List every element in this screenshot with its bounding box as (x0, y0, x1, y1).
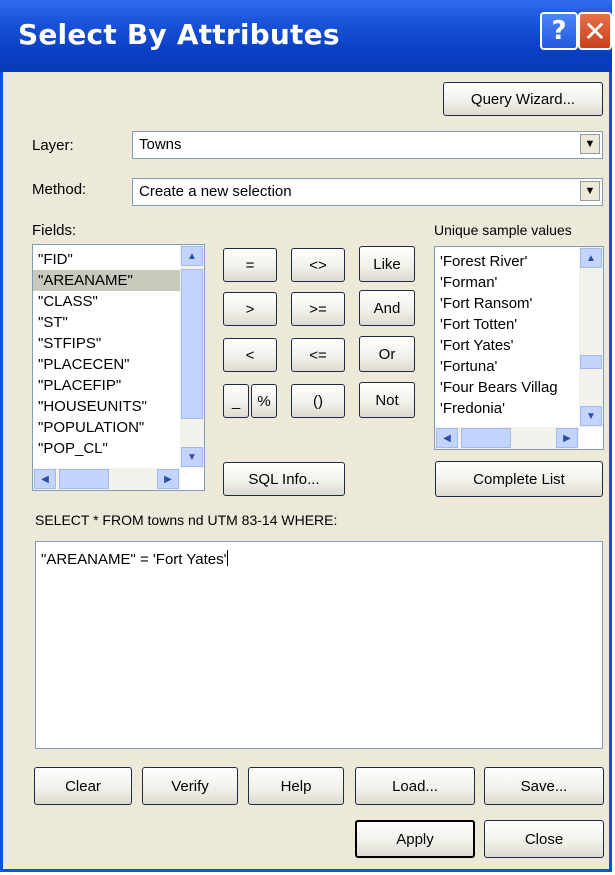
underscore-button[interactable]: _ (223, 384, 249, 418)
method-dropdown[interactable]: Create a new selection ▼ (132, 178, 603, 206)
list-item[interactable]: 'Fort Ransom' (435, 293, 603, 314)
unique-values-label: Unique sample values (434, 222, 572, 238)
list-item[interactable]: "PLACECEN" (33, 354, 204, 375)
not-button[interactable]: Not (359, 382, 415, 418)
list-item[interactable]: "STFIPS" (33, 333, 204, 354)
list-item[interactable]: "CLASS" (33, 291, 204, 312)
or-button[interactable]: Or (359, 336, 415, 372)
list-item[interactable]: "ST" (33, 312, 204, 333)
apply-button[interactable]: Apply (355, 820, 475, 858)
text-caret (227, 550, 229, 566)
complete-list-button[interactable]: Complete List (435, 461, 603, 497)
sql-info-button[interactable]: SQL Info... (223, 462, 345, 496)
less-than-button[interactable]: < (223, 338, 277, 372)
close-button[interactable]: Close (484, 820, 604, 858)
question-mark-icon: ? (551, 16, 567, 46)
fields-horizontal-scrollbar[interactable]: ◀ ▶ (33, 468, 180, 490)
clear-button[interactable]: Clear (34, 767, 132, 805)
chevron-down-icon[interactable]: ▼ (580, 181, 600, 201)
list-item[interactable]: "PLACEFIP" (33, 375, 204, 396)
dialog-title: Select By Attributes (18, 18, 340, 51)
save-button[interactable]: Save... (484, 767, 604, 805)
list-item[interactable]: 'Forest River' (435, 251, 603, 272)
scroll-right-icon[interactable]: ▶ (556, 428, 578, 448)
greater-equal-button[interactable]: >= (291, 292, 345, 326)
layer-label: Layer: (32, 137, 74, 154)
scroll-down-icon[interactable]: ▼ (580, 406, 602, 426)
fields-vertical-scrollbar[interactable]: ▲ ▼ (180, 245, 204, 468)
scroll-right-icon[interactable]: ▶ (157, 469, 179, 489)
list-item[interactable]: "POPULATION" (33, 417, 204, 438)
list-item[interactable]: 'Fort Yates' (435, 335, 603, 356)
chevron-down-icon[interactable]: ▼ (580, 134, 600, 154)
less-equal-button[interactable]: <= (291, 338, 345, 372)
query-wizard-button[interactable]: Query Wizard... (443, 82, 603, 116)
list-item[interactable]: "FID" (33, 249, 204, 270)
greater-than-button[interactable]: > (223, 292, 277, 326)
help-title-button[interactable]: ? (540, 12, 578, 50)
sql-expression-text: "AREANAME" = 'Fort Yates' (41, 551, 227, 568)
list-item[interactable]: 'Four Bears Villag (435, 377, 603, 398)
equals-button[interactable]: = (223, 248, 277, 282)
sql-expression-input[interactable]: "AREANAME" = 'Fort Yates' (35, 541, 603, 749)
and-button[interactable]: And (359, 290, 415, 326)
close-title-button[interactable]: ✕ (578, 12, 612, 50)
percent-button[interactable]: % (251, 384, 277, 418)
load-button[interactable]: Load... (355, 767, 475, 805)
scroll-left-icon[interactable]: ◀ (34, 469, 56, 489)
scroll-thumb[interactable] (580, 355, 602, 369)
list-item[interactable]: 'Forman' (435, 272, 603, 293)
scroll-up-icon[interactable]: ▲ (580, 248, 602, 268)
unique-vertical-scrollbar[interactable]: ▲ ▼ (579, 247, 603, 427)
list-item[interactable]: "HOUSEUNITS" (33, 396, 204, 417)
list-item[interactable]: 'Fort Totten' (435, 314, 603, 335)
scroll-thumb[interactable] (181, 269, 203, 419)
sql-prefix-label: SELECT * FROM towns nd UTM 83-14 WHERE: (35, 512, 338, 528)
scroll-thumb[interactable] (461, 428, 511, 448)
list-item[interactable]: "POP_CL" (33, 438, 204, 459)
select-by-attributes-dialog: Select By Attributes ? ✕ Query Wizard...… (0, 0, 612, 872)
scroll-left-icon[interactable]: ◀ (436, 428, 458, 448)
list-item[interactable]: "AREANAME" (33, 270, 204, 291)
verify-button[interactable]: Verify (142, 767, 238, 805)
list-item[interactable]: 'Fortuna' (435, 356, 603, 377)
not-equal-button[interactable]: <> (291, 248, 345, 282)
fields-list[interactable]: "FID" "AREANAME" "CLASS" "ST" "STFIPS" "… (32, 244, 205, 491)
unique-values-list[interactable]: 'Forest River' 'Forman' 'Fort Ransom' 'F… (434, 246, 604, 450)
method-value: Create a new selection (139, 183, 292, 200)
scroll-thumb[interactable] (59, 469, 109, 489)
parentheses-button[interactable]: () (291, 384, 345, 418)
list-item[interactable]: 'Fredonia' (435, 398, 603, 419)
like-button[interactable]: Like (359, 246, 415, 282)
fields-label: Fields: (32, 222, 77, 239)
method-label: Method: (32, 181, 87, 198)
close-icon: ✕ (583, 14, 607, 48)
layer-dropdown[interactable]: Towns ▼ (132, 131, 603, 159)
layer-value: Towns (139, 136, 182, 153)
title-bar[interactable]: Select By Attributes ? ✕ (0, 0, 612, 72)
scroll-up-icon[interactable]: ▲ (181, 246, 203, 266)
unique-horizontal-scrollbar[interactable]: ◀ ▶ (435, 427, 579, 449)
scroll-down-icon[interactable]: ▼ (181, 447, 203, 467)
help-button[interactable]: Help (248, 767, 344, 805)
